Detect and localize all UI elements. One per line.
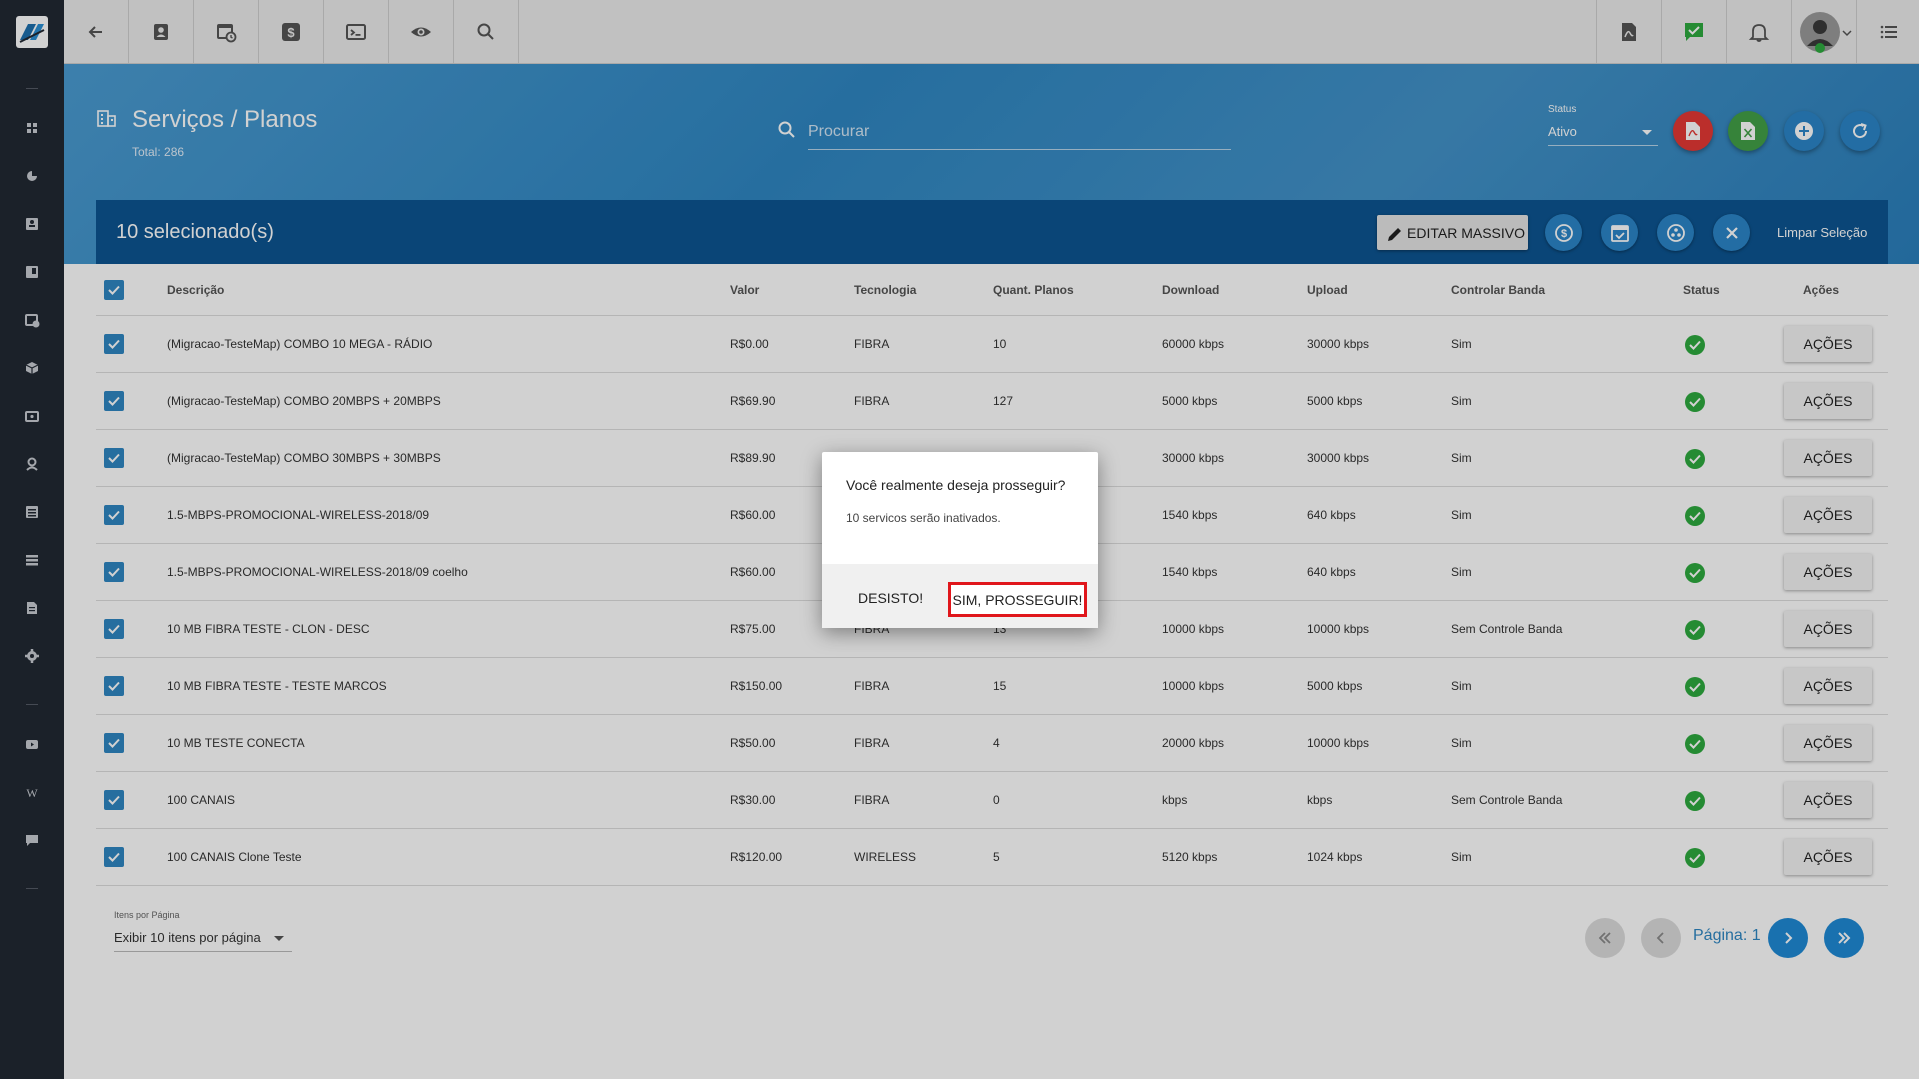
app-root: W $ Serviços / Planos Total: 286 Procura… — [0, 0, 1919, 1079]
confirm-dialog: Você realmente deseja prosseguir? 10 ser… — [822, 452, 1098, 628]
cancel-button[interactable]: DESISTO! — [858, 590, 923, 606]
confirm-button[interactable]: SIM, PROSSEGUIR! — [948, 582, 1087, 617]
dialog-title: Você realmente deseja prosseguir? — [846, 477, 1066, 493]
dialog-message: 10 servicos serão inativados. — [846, 511, 1001, 525]
